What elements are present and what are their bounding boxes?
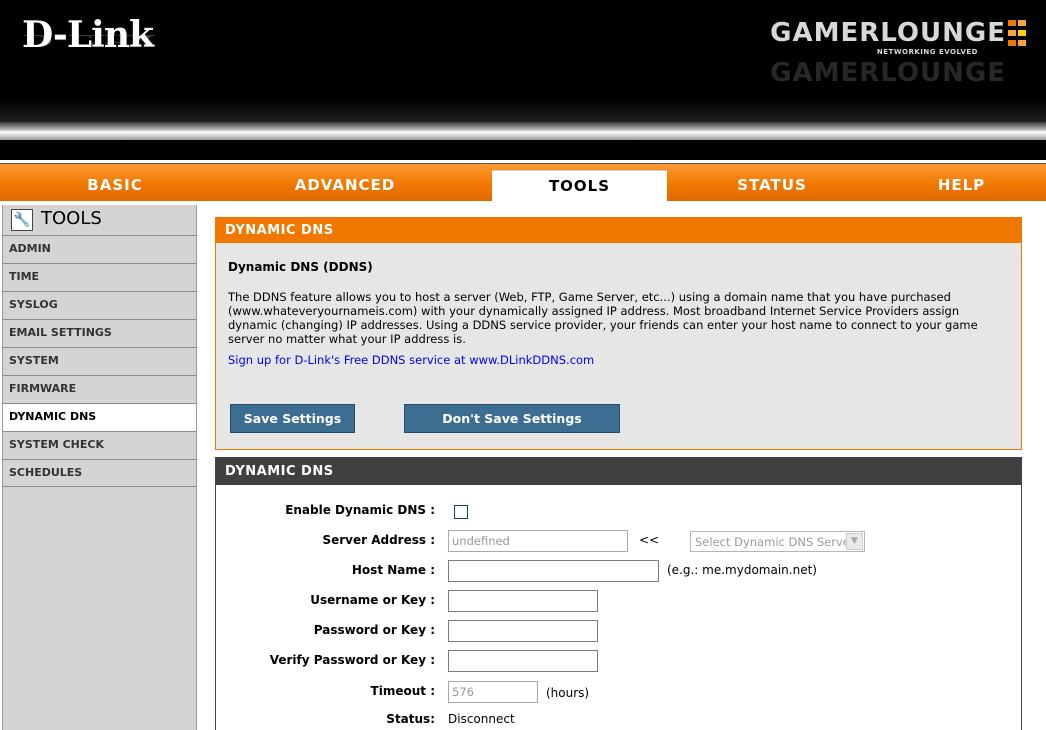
server-address-input[interactable]: undefined	[448, 530, 628, 552]
host-name-input[interactable]	[448, 560, 659, 582]
timeout-label: Timeout :	[370, 684, 435, 698]
ddns-settings-title: DYNAMIC DNS	[216, 458, 1021, 485]
intro-panel-title: DYNAMIC DNS	[216, 218, 1021, 243]
sidebar-item-system-check[interactable]: SYSTEM CHECK	[3, 431, 196, 459]
status-row: Status: Disconnect	[216, 708, 1023, 730]
sidebar: 🔧 TOOLS ADMIN TIME SYSLOG EMAIL SETTINGS…	[2, 205, 197, 730]
ddns-signup-link[interactable]: Sign up for D-Link's Free DDNS service a…	[228, 353, 1021, 367]
server-address-label: Server Address :	[322, 533, 435, 547]
enable-dynamic-dns-checkbox[interactable]	[454, 505, 468, 519]
main-tab-bar: BASIC ADVANCED TOOLS STATUS HELP	[0, 163, 1046, 202]
tab-advanced[interactable]: ADVANCED	[230, 170, 460, 202]
password-row: Password or Key :	[216, 619, 1023, 643]
timeout-input[interactable]: 576	[448, 681, 538, 703]
sidebar-item-schedules[interactable]: SCHEDULES	[3, 459, 196, 487]
tab-basic[interactable]: BASIC	[0, 170, 230, 202]
sidebar-title: TOOLS	[41, 208, 102, 229]
server-copy-arrows[interactable]: <<	[639, 533, 659, 547]
server-row: Server Address : undefined << Select Dyn…	[216, 529, 1023, 553]
username-input[interactable]	[448, 590, 598, 612]
status-value: Disconnect	[448, 712, 515, 726]
dlink-logo-reflection: D-Link	[22, 31, 153, 50]
gamerlounge-logo: GAMERLOUNGE	[770, 18, 1006, 48]
chevron-down-icon: ▼	[846, 533, 863, 550]
header-gradient	[0, 100, 1046, 122]
username-label: Username or Key :	[310, 593, 435, 607]
gamerlounge-logo-reflection: GAMERLOUNGE	[770, 58, 1006, 88]
intro-panel: DYNAMIC DNS Dynamic DNS (DDNS) The DDNS …	[215, 217, 1022, 450]
tab-tools[interactable]: TOOLS	[492, 170, 667, 202]
timeout-unit: (hours)	[546, 686, 590, 700]
wrench-icon: 🔧	[11, 209, 33, 231]
header-banner: D-Link D-Link GAMERLOUNGE NETWORKING EVO…	[0, 0, 1046, 160]
password-input[interactable]	[448, 620, 598, 642]
host-name-hint: (e.g.: me.mydomain.net)	[667, 563, 817, 577]
ddns-server-select-value: Select Dynamic DNS Server	[695, 535, 855, 549]
ddns-settings-panel: DYNAMIC DNS Enable Dynamic DNS : Server …	[215, 457, 1022, 730]
host-row: Host Name : (e.g.: me.mydomain.net)	[216, 559, 1023, 583]
gamerlounge-arrows-icon	[1008, 20, 1032, 46]
ddns-server-select[interactable]: Select Dynamic DNS Server ▼	[690, 531, 865, 552]
timeout-row: Timeout : 576 (hours)	[216, 680, 1023, 704]
dont-save-settings-button[interactable]: Don't Save Settings	[404, 404, 620, 433]
sidebar-item-email-settings[interactable]: EMAIL SETTINGS	[3, 319, 196, 347]
username-row: Username or Key :	[216, 589, 1023, 613]
intro-subtitle: Dynamic DNS (DDNS)	[228, 260, 373, 274]
sidebar-item-syslog[interactable]: SYSLOG	[3, 291, 196, 319]
sidebar-header: 🔧 TOOLS	[3, 205, 196, 235]
host-name-label: Host Name :	[351, 563, 435, 577]
sidebar-item-time[interactable]: TIME	[3, 263, 196, 291]
enable-label: Enable Dynamic DNS :	[285, 503, 435, 517]
password-label: Password or Key :	[313, 623, 435, 637]
tab-status[interactable]: STATUS	[667, 170, 877, 202]
gamerlounge-tagline: NETWORKING EVOLVED	[876, 48, 978, 56]
verify-password-input[interactable]	[448, 650, 598, 672]
enable-row: Enable Dynamic DNS :	[216, 499, 1023, 523]
tab-help[interactable]: HELP	[877, 170, 1046, 202]
verify-password-label: Verify Password or Key :	[269, 653, 435, 667]
sidebar-item-firmware[interactable]: FIRMWARE	[3, 375, 196, 403]
status-label: Status:	[386, 712, 435, 726]
verify-password-row: Verify Password or Key :	[216, 649, 1023, 673]
sidebar-item-dynamic-dns[interactable]: DYNAMIC DNS	[3, 403, 196, 431]
intro-description: The DDNS feature allows you to host a se…	[228, 290, 978, 346]
sidebar-item-system[interactable]: SYSTEM	[3, 347, 196, 375]
save-settings-button[interactable]: Save Settings	[230, 404, 355, 433]
main-content: DYNAMIC DNS Dynamic DNS (DDNS) The DDNS …	[205, 205, 1040, 730]
sidebar-item-admin[interactable]: ADMIN	[3, 235, 196, 263]
header-shine-bar	[0, 122, 1046, 140]
